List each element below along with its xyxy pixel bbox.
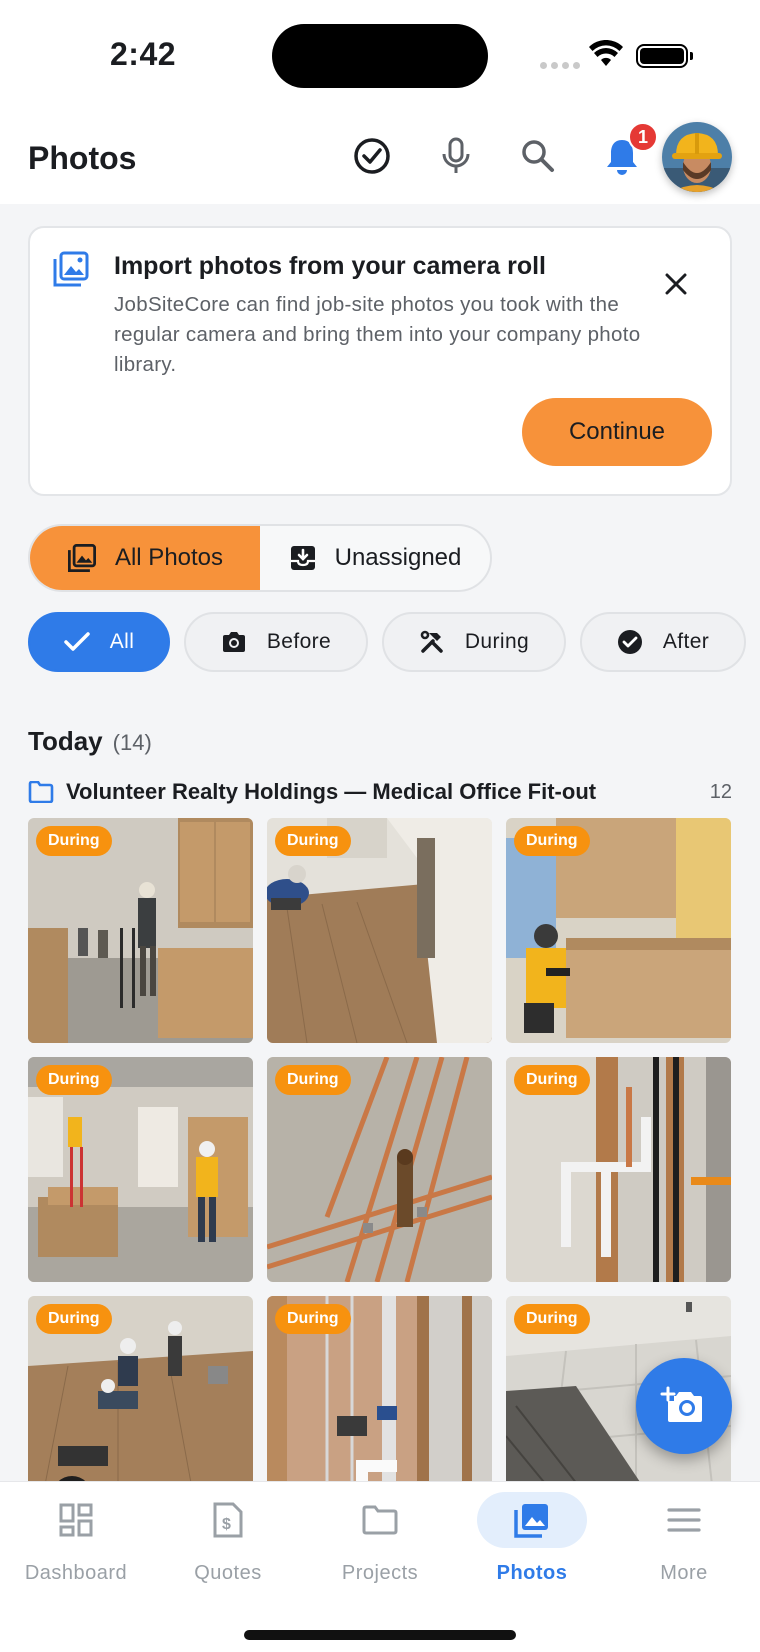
nav-dashboard[interactable]: Dashboard: [0, 1492, 152, 1592]
avatar[interactable]: [662, 122, 732, 192]
check-circle-icon: [617, 630, 642, 654]
folder-icon: [28, 781, 54, 803]
segment-unassigned[interactable]: Unassigned: [260, 526, 490, 590]
date-group-count: (14): [112, 730, 152, 755]
import-card-title: Import photos from your camera roll: [114, 252, 547, 280]
filter-during[interactable]: During: [382, 612, 566, 672]
tools-icon: [420, 630, 443, 653]
filter-after-label: After: [662, 630, 710, 653]
photo-thumbnail[interactable]: During: [506, 818, 731, 1043]
date-group-label: Today: [28, 726, 103, 756]
nav-quotes[interactable]: $ Quotes: [152, 1492, 304, 1592]
photo-thumbnail[interactable]: During: [28, 818, 253, 1043]
check-icon: [63, 632, 90, 651]
notification-badge: 1: [628, 122, 658, 152]
menu-icon: [629, 1492, 739, 1548]
photo-thumbnail[interactable]: During: [28, 1057, 253, 1282]
status-bar: 2:42: [0, 0, 760, 110]
status-time: 2:42: [110, 36, 177, 72]
folder-icon: [325, 1492, 435, 1548]
page-title: Photos: [28, 140, 137, 176]
continue-button[interactable]: Continue: [522, 398, 712, 466]
dashboard-icon: [21, 1492, 131, 1548]
phase-tag: During: [36, 1304, 112, 1334]
filter-after[interactable]: After: [580, 612, 746, 672]
quote-document-icon: $: [173, 1492, 283, 1548]
photo-thumbnail[interactable]: During: [267, 1057, 492, 1282]
filter-all-label: All: [109, 630, 135, 653]
project-photo-count: 12: [709, 780, 732, 803]
phase-tag: During: [36, 826, 112, 856]
nav-quotes-label: Quotes: [194, 1562, 262, 1584]
nav-more-label: More: [660, 1562, 708, 1584]
wifi-icon: [588, 39, 624, 73]
photo-thumbnail[interactable]: During: [267, 1296, 492, 1482]
nav-photos-label: Photos: [496, 1562, 568, 1584]
nav-projects-label: Projects: [341, 1562, 419, 1584]
phase-tag: During: [514, 1065, 590, 1095]
photo-library-icon: [67, 543, 96, 573]
nav-dashboard-label: Dashboard: [24, 1562, 128, 1584]
import-card-description: JobSiteCore can find job-site photos you…: [114, 293, 641, 376]
photo-thumbnail[interactable]: During: [28, 1296, 253, 1482]
bottom-navigation: Dashboard $ Quotes Projects Photos More: [0, 1482, 760, 1652]
filter-all[interactable]: All: [28, 612, 170, 672]
photo-library-icon: [52, 250, 90, 293]
phase-tag: During: [275, 1065, 351, 1095]
filter-before-label: Before: [266, 630, 332, 653]
photo-scope-segment: All Photos Unassigned: [28, 524, 492, 592]
filter-before[interactable]: Before: [184, 612, 368, 672]
check-circle-icon[interactable]: [348, 132, 396, 180]
signal-dots: [540, 62, 580, 69]
phase-filter-chips: All Before During After: [28, 612, 746, 672]
app-header: Photos 1: [0, 110, 760, 204]
home-indicator: [244, 1630, 516, 1640]
bell-icon[interactable]: 1: [598, 122, 658, 180]
inbox-download-icon: [290, 546, 315, 570]
segment-all-photos[interactable]: All Photos: [30, 526, 260, 590]
close-icon[interactable]: [658, 266, 694, 302]
add-photo-button[interactable]: [636, 1358, 732, 1454]
battery-icon: [636, 44, 693, 68]
microphone-icon[interactable]: [432, 132, 480, 180]
date-group-header: Today (14): [28, 726, 152, 757]
svg-text:$: $: [222, 1516, 231, 1533]
photo-library-icon: [477, 1492, 587, 1548]
project-name: Volunteer Realty Holdings — Medical Offi…: [66, 779, 597, 804]
nav-photos[interactable]: Photos: [456, 1492, 608, 1592]
nav-more[interactable]: More: [608, 1492, 760, 1592]
search-icon[interactable]: [514, 132, 562, 180]
filter-during-label: During: [464, 630, 530, 653]
phase-tag: During: [275, 826, 351, 856]
camera-icon: [222, 632, 245, 652]
phase-tag: During: [514, 1304, 590, 1334]
import-photos-card: Import photos from your camera roll JobS…: [28, 226, 732, 496]
phase-tag: During: [275, 1304, 351, 1334]
segment-all-photos-label: All Photos: [114, 544, 224, 571]
add-camera-icon: [660, 1386, 702, 1422]
project-group-header[interactable]: Volunteer Realty Holdings — Medical Offi…: [28, 776, 732, 808]
nav-projects[interactable]: Projects: [304, 1492, 456, 1592]
segment-unassigned-label: Unassigned: [334, 544, 462, 571]
photo-thumbnail[interactable]: During: [267, 818, 492, 1043]
photo-grid: During During During During During Durin…: [28, 818, 732, 1482]
photo-thumbnail[interactable]: During: [506, 1057, 731, 1282]
phase-tag: During: [36, 1065, 112, 1095]
phase-tag: During: [514, 826, 590, 856]
dynamic-island: [272, 24, 488, 88]
